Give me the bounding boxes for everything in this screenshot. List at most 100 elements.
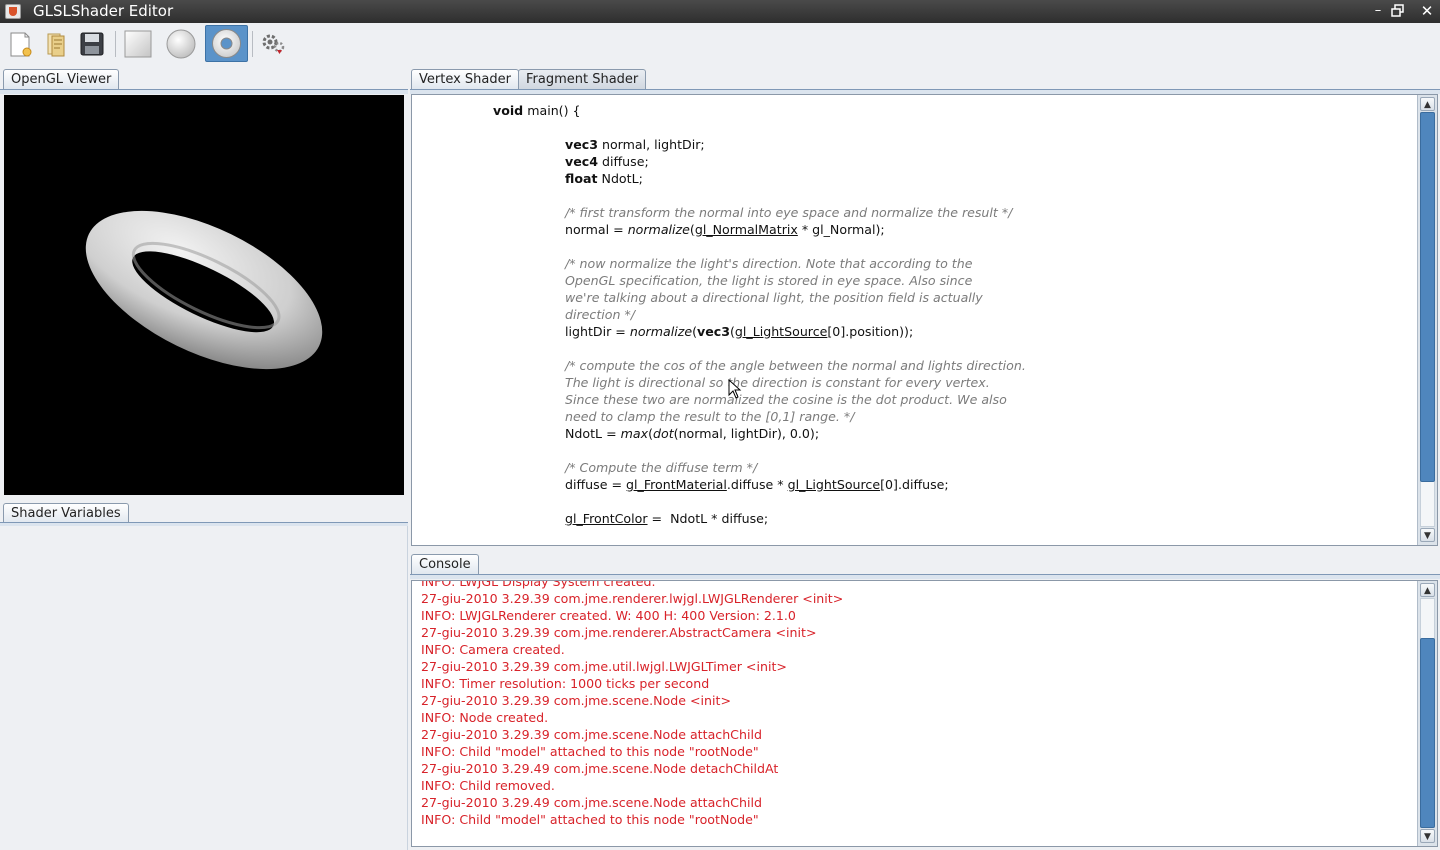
code-line: need to clamp the result to the [0,1] ra… bbox=[565, 408, 854, 425]
console-scrollbar[interactable]: ▲ ▼ bbox=[1417, 581, 1437, 846]
editor-scrollbar[interactable]: ▲ ▼ bbox=[1417, 95, 1437, 545]
code-token: [0].position)); bbox=[827, 324, 914, 339]
console-line: INFO: Node created. bbox=[421, 710, 549, 725]
code-line: /* first transform the normal into eye s… bbox=[565, 204, 1012, 221]
mouse-cursor-icon bbox=[728, 379, 742, 399]
console-line: INFO: Child "model" attached to this nod… bbox=[421, 744, 759, 759]
code-line: lightDir = normalize(vec3(gl_LightSource… bbox=[565, 323, 913, 340]
window-title: GLSLShader Editor bbox=[33, 2, 174, 20]
code-line: NdotL = max(dot(normal, lightDir), 0.0); bbox=[565, 425, 819, 442]
code-token: /* Compute the diffuse term */ bbox=[565, 460, 758, 475]
tab-console[interactable]: Console bbox=[411, 554, 479, 575]
toolbar-separator bbox=[115, 31, 116, 57]
code-token: normal, lightDir; bbox=[597, 137, 705, 152]
app-window: GLSLShader Editor – ✕ OpenGL Viewer Shad… bbox=[0, 0, 1440, 850]
console-log: INFO: LWJGL Display System created. 27-gi… bbox=[421, 581, 844, 828]
console-line: 27-giu-2010 3.29.39 com.jme.renderer.lwj… bbox=[421, 591, 844, 606]
console-scroll-thumb[interactable] bbox=[1420, 638, 1435, 828]
code-token: vec3 bbox=[697, 324, 730, 339]
console-line: 27-giu-2010 3.29.49 com.jme.scene.Node a… bbox=[421, 795, 762, 810]
code-line: we're talking about a directional light,… bbox=[565, 289, 983, 306]
code-line: vec3 normal, lightDir; bbox=[565, 136, 705, 153]
console-output[interactable]: INFO: LWJGL Display System created. 27-gi… bbox=[411, 580, 1438, 847]
torus-model-button[interactable] bbox=[205, 25, 248, 62]
sphere-model-button[interactable] bbox=[163, 26, 199, 62]
shader-variables-panel bbox=[0, 526, 408, 850]
code-line: direction */ bbox=[565, 306, 635, 323]
close-button[interactable]: ✕ bbox=[1418, 2, 1436, 20]
code-token: NdotL; bbox=[597, 171, 643, 186]
console-line: INFO: LWJGLRenderer created. W: 400 H: 4… bbox=[421, 608, 796, 623]
open-folder-icon bbox=[47, 33, 65, 57]
code-token: lightDir = bbox=[565, 324, 630, 339]
console-line: INFO: Timer resolution: 1000 ticks per s… bbox=[421, 676, 710, 691]
console-line: 27-giu-2010 3.29.39 com.jme.scene.Node <… bbox=[421, 693, 731, 708]
maximize-button[interactable] bbox=[1389, 2, 1407, 20]
quad-model-button[interactable] bbox=[120, 26, 156, 62]
title-bar: GLSLShader Editor – ✕ bbox=[0, 0, 1440, 23]
code-token: /* compute the cos of the angle between … bbox=[565, 358, 1026, 373]
code-token: we're talking about a directional light,… bbox=[565, 290, 983, 305]
code-token: need to clamp the result to the [0,1] ra… bbox=[565, 409, 855, 424]
scroll-down-arrow-icon[interactable]: ▼ bbox=[1420, 829, 1435, 843]
code-token: gl_NormalMatrix bbox=[694, 222, 798, 237]
console-line: 27-giu-2010 3.29.39 com.jme.util.lwjgl.L… bbox=[421, 659, 787, 674]
code-token: .diffuse * bbox=[726, 477, 788, 492]
floppy-disk-icon bbox=[80, 32, 104, 56]
code-token: direction */ bbox=[565, 307, 636, 322]
code-token: normalize bbox=[629, 324, 693, 339]
code-line: /* now normalize the light's direction. … bbox=[565, 255, 972, 272]
opengl-viewport[interactable] bbox=[4, 95, 404, 495]
scroll-up-arrow-icon[interactable]: ▲ bbox=[1420, 583, 1435, 597]
restore-icon bbox=[1391, 4, 1404, 17]
editor-scroll-thumb[interactable] bbox=[1420, 112, 1435, 482]
tab-vertex-shader[interactable]: Vertex Shader bbox=[411, 69, 519, 90]
scroll-up-arrow-icon[interactable]: ▲ bbox=[1420, 97, 1435, 111]
minimize-button[interactable]: – bbox=[1369, 2, 1387, 20]
new-shader-button[interactable] bbox=[2, 26, 38, 62]
code-editor[interactable]: void main() {vec3 normal, lightDir; vec4 … bbox=[411, 94, 1438, 546]
code-token: void bbox=[493, 103, 524, 118]
tab-fragment-shader[interactable]: Fragment Shader bbox=[518, 69, 647, 90]
code-token: dot bbox=[653, 426, 674, 441]
code-token: * gl_Normal); bbox=[797, 222, 885, 237]
code-line: The light is directional so the directio… bbox=[565, 374, 990, 391]
torus-icon bbox=[212, 29, 241, 58]
open-shader-button[interactable] bbox=[38, 26, 74, 62]
sphere-icon bbox=[166, 29, 196, 59]
code-token: main() { bbox=[523, 103, 581, 118]
code-line: /* Compute the diffuse term */ bbox=[565, 459, 757, 476]
code-line: float NdotL; bbox=[565, 170, 643, 187]
scroll-down-arrow-icon[interactable]: ▼ bbox=[1420, 528, 1435, 542]
code-token: max bbox=[620, 426, 649, 441]
save-shader-button[interactable] bbox=[74, 26, 110, 62]
code-line: diffuse = gl_FrontMaterial.diffuse * gl_… bbox=[565, 476, 949, 493]
console-line: INFO: Child "model" attached to this nod… bbox=[421, 812, 759, 827]
java-app-icon bbox=[5, 4, 21, 19]
code-token: gl_LightSource bbox=[787, 477, 881, 492]
toolbar bbox=[0, 23, 1440, 66]
code-token: /* now normalize the light's direction. … bbox=[565, 256, 973, 271]
code-line: normal = normalize(gl_NormalMatrix * gl_… bbox=[565, 221, 885, 238]
code-token: gl_FrontMaterial bbox=[626, 477, 727, 492]
code-token: float bbox=[565, 171, 598, 186]
code-token: OpenGL specification, the light is store… bbox=[565, 273, 973, 288]
new-file-icon bbox=[10, 32, 32, 57]
code-line: void main() { bbox=[493, 102, 581, 119]
code-token: = NdotL * diffuse; bbox=[647, 511, 769, 526]
code-token: normalize bbox=[627, 222, 690, 237]
code-token: The light is directional so the directio… bbox=[565, 375, 990, 390]
code-token: NdotL = bbox=[565, 426, 621, 441]
tab-opengl-viewer[interactable]: OpenGL Viewer bbox=[3, 69, 120, 90]
code-area[interactable]: void main() {vec3 normal, lightDir; vec4 … bbox=[412, 95, 1417, 545]
code-token: Since these two are normalized the cosin… bbox=[565, 392, 1007, 407]
code-token: vec3 bbox=[565, 137, 598, 152]
square-icon bbox=[124, 30, 152, 58]
code-token: /* first transform the normal into eye s… bbox=[565, 205, 1013, 220]
tab-shader-variables[interactable]: Shader Variables bbox=[3, 503, 129, 524]
compile-shader-button[interactable] bbox=[255, 26, 291, 62]
code-token: gl_FrontColor bbox=[565, 511, 648, 526]
console-line: INFO: Camera created. bbox=[421, 642, 565, 657]
gears-icon bbox=[262, 34, 285, 54]
code-token: (normal, lightDir), 0.0); bbox=[673, 426, 820, 441]
